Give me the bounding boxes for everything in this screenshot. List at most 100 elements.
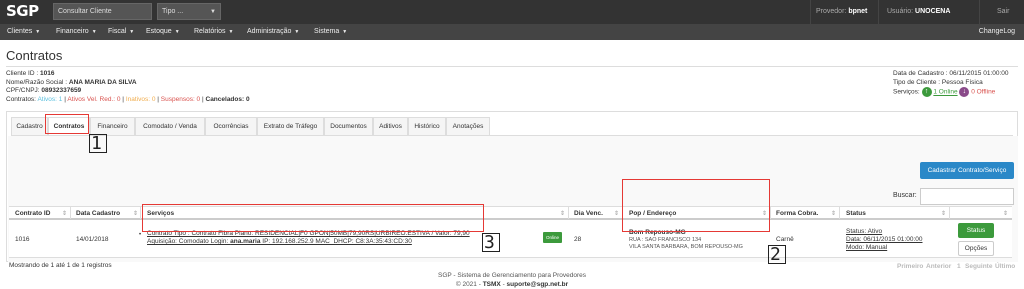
client-id-value: 1016 xyxy=(39,70,55,77)
data-cadastro: Data de Cadastro : 06/11/2015 01:00:00 xyxy=(893,70,1009,77)
sort-icon[interactable]: ⇕ xyxy=(62,210,67,217)
provedor-info: Provedor: bpnet xyxy=(816,8,867,15)
search-client-input[interactable]: Consultar Cliente xyxy=(53,3,152,20)
sort-icon[interactable]: ⇕ xyxy=(614,210,619,217)
pager-page-1[interactable]: 1 xyxy=(957,263,961,270)
pager-anterior[interactable]: Anterior xyxy=(926,263,951,270)
client-cpf-value: 08932337659 xyxy=(41,87,82,94)
cell-contrato-id: 1016 xyxy=(15,236,30,243)
offline-icon: ↓ xyxy=(959,87,970,97)
servico-login: ana.maria xyxy=(230,238,261,245)
col-dia-venc[interactable]: Dia Venc. xyxy=(574,210,603,217)
usuario-info[interactable]: Usuário: UNOCENA xyxy=(887,8,950,15)
footer: SGP - Sistema de Gerenciamento para Prov… xyxy=(0,272,1024,289)
cancelados-count: Cancelados: 0 xyxy=(205,95,250,103)
status-link[interactable]: Status: Ativo xyxy=(846,228,882,235)
col-data-cadastro[interactable]: Data Cadastro xyxy=(76,210,120,217)
nav-label: Fiscal xyxy=(108,28,127,35)
modo-link[interactable]: Modo: Manual xyxy=(846,244,887,251)
col-forma-cobranca[interactable]: Forma Cobra. xyxy=(776,210,818,217)
pop-rua: RUA : SAO FRANCISCO 134 xyxy=(629,237,702,243)
client-name-value: ANA MARIA DA SILVA xyxy=(68,78,137,86)
tab-extrato-trafego[interactable]: Extrato de Tráfego xyxy=(257,117,324,136)
servico-ip-mac: IP: 192.168.252.9 MAC_DHCP: C8:3A:35:43:… xyxy=(260,238,412,245)
tab-comodato-venda[interactable]: Comodato / Venda xyxy=(135,117,205,136)
nav-administracao[interactable]: Administração ▼ xyxy=(247,28,299,35)
pager-ultimo[interactable]: Último xyxy=(995,263,1015,270)
ativos-vel-count: Ativos Vel. Red.: 0 xyxy=(67,95,121,103)
cell-data-cadastro: 14/01/2018 xyxy=(76,236,109,243)
offline-count: 0 Offline xyxy=(971,88,996,96)
sort-icon[interactable]: ⇕ xyxy=(1003,210,1008,217)
provedor-value: bpnet xyxy=(848,8,868,15)
separator: | xyxy=(201,95,204,103)
tab-anotacoes[interactable]: Anotações xyxy=(446,117,490,136)
cadastrar-contrato-button[interactable]: Cadastrar Contrato/Serviço xyxy=(920,162,1014,179)
footer-line-1: SGP - Sistema de Gerenciamento para Prov… xyxy=(437,272,586,279)
nav-estoque[interactable]: Estoque ▼ xyxy=(146,28,180,35)
sort-icon[interactable]: ⇕ xyxy=(560,210,565,217)
divider xyxy=(979,0,980,24)
tab-cadastro[interactable]: Cadastro xyxy=(11,117,48,136)
cell-dia-venc: 28 xyxy=(574,236,582,243)
nav-label: Relatórios xyxy=(194,28,226,35)
data-link[interactable]: Data: 06/11/2015 01:00:00 xyxy=(846,236,923,243)
servico-details-link[interactable]: Aquisição: Comodato Login: ana.maria IP:… xyxy=(147,238,412,245)
tab-aditivos[interactable]: Aditivos xyxy=(373,117,408,136)
contracts-panel: Cadastro Contratos Financeiro Comodato /… xyxy=(6,111,1018,270)
opcoes-button[interactable]: Opções xyxy=(958,241,994,256)
buscar-input[interactable] xyxy=(920,188,1014,205)
provedor-label: Provedor: xyxy=(816,8,847,15)
nav-financeiro[interactable]: Financeiro ▼ xyxy=(56,28,97,35)
inativos-count: Inativos: 0 xyxy=(125,95,156,103)
client-name-label: Nome/Razão Social : xyxy=(6,78,68,86)
nav-sistema[interactable]: Sistema ▼ xyxy=(314,28,347,35)
servicos-label: Serviços: xyxy=(893,88,920,96)
sort-icon[interactable]: ⇕ xyxy=(831,210,836,217)
sort-icon[interactable]: ⇕ xyxy=(133,210,138,217)
online-count[interactable]: 1 Online xyxy=(933,89,957,96)
ativos-count: Ativos: 1 xyxy=(37,95,63,103)
status-button[interactable]: Status xyxy=(958,223,994,238)
divider xyxy=(810,0,811,24)
tab-historico[interactable]: Histórico xyxy=(408,117,446,136)
pager-seguinte[interactable]: Seguinte xyxy=(965,263,992,270)
col-status[interactable]: Status xyxy=(846,210,866,217)
chevron-down-icon: ▼ xyxy=(174,29,180,35)
sort-icon[interactable]: ⇕ xyxy=(941,210,946,217)
chevron-down-icon: ▼ xyxy=(228,29,234,35)
tipo-select-value: Tipo ... xyxy=(162,8,184,15)
footer-copyright: © 2021 - xyxy=(455,280,483,288)
footer-email[interactable]: suporte@sgp.net.br xyxy=(507,281,569,288)
usuario-value: UNOCENA xyxy=(915,8,951,15)
nav-label: Clientes xyxy=(7,28,33,35)
separator: | xyxy=(122,95,124,103)
annotation-box-contratos-tab xyxy=(45,114,89,134)
sgp-logo[interactable]: SGP xyxy=(6,4,39,19)
nav-fiscal[interactable]: Fiscal ▼ xyxy=(108,28,134,35)
sair-link[interactable]: Sair xyxy=(997,8,1009,15)
changelog-link[interactable]: ChangeLog xyxy=(979,28,1015,35)
nav-clientes[interactable]: Clientes ▼ xyxy=(7,28,40,35)
contracts-summary: Contratos: Ativos: 1 | Ativos Vel. Red.:… xyxy=(6,96,250,105)
suspensos-count: Suspensos: 0 xyxy=(160,95,201,103)
nav-label: Estoque xyxy=(146,28,172,35)
tab-content: Cadastrar Contrato/Serviço Buscar: Contr… xyxy=(8,136,1018,270)
separator: | xyxy=(157,95,159,103)
top-bar: SGP Consultar Cliente Tipo ... ▼ Provedo… xyxy=(0,0,1024,24)
footer-line-2: © 2021 - TSMX - suporte@sgp.net.br xyxy=(0,281,1024,289)
tipo-select[interactable]: Tipo ... ▼ xyxy=(157,3,221,20)
annotation-number-2: 2 xyxy=(770,244,781,265)
tipo-cliente: Tipo de Cliente : Pessoa Física xyxy=(893,78,983,86)
annotation-number-1: 1 xyxy=(91,133,102,154)
servicos-row: Serviços: ↑ 1 Online ↓ 0 Offline xyxy=(893,87,1019,97)
tab-ocorrencias[interactable]: Ocorrências xyxy=(205,117,257,136)
tab-documentos[interactable]: Documentos xyxy=(324,117,373,136)
pager-primeiro[interactable]: Primeiro xyxy=(897,263,923,270)
divider xyxy=(568,207,569,219)
nav-relatorios[interactable]: Relatórios ▼ xyxy=(194,28,233,35)
footer-brand: TSMX xyxy=(482,280,501,288)
col-contrato-id[interactable]: Contrato ID xyxy=(15,210,50,217)
client-name-row: Nome/Razão Social : ANA MARIA DA SILVA xyxy=(6,79,250,88)
client-meta: Data de Cadastro : 06/11/2015 01:00:00 T… xyxy=(893,70,1019,97)
